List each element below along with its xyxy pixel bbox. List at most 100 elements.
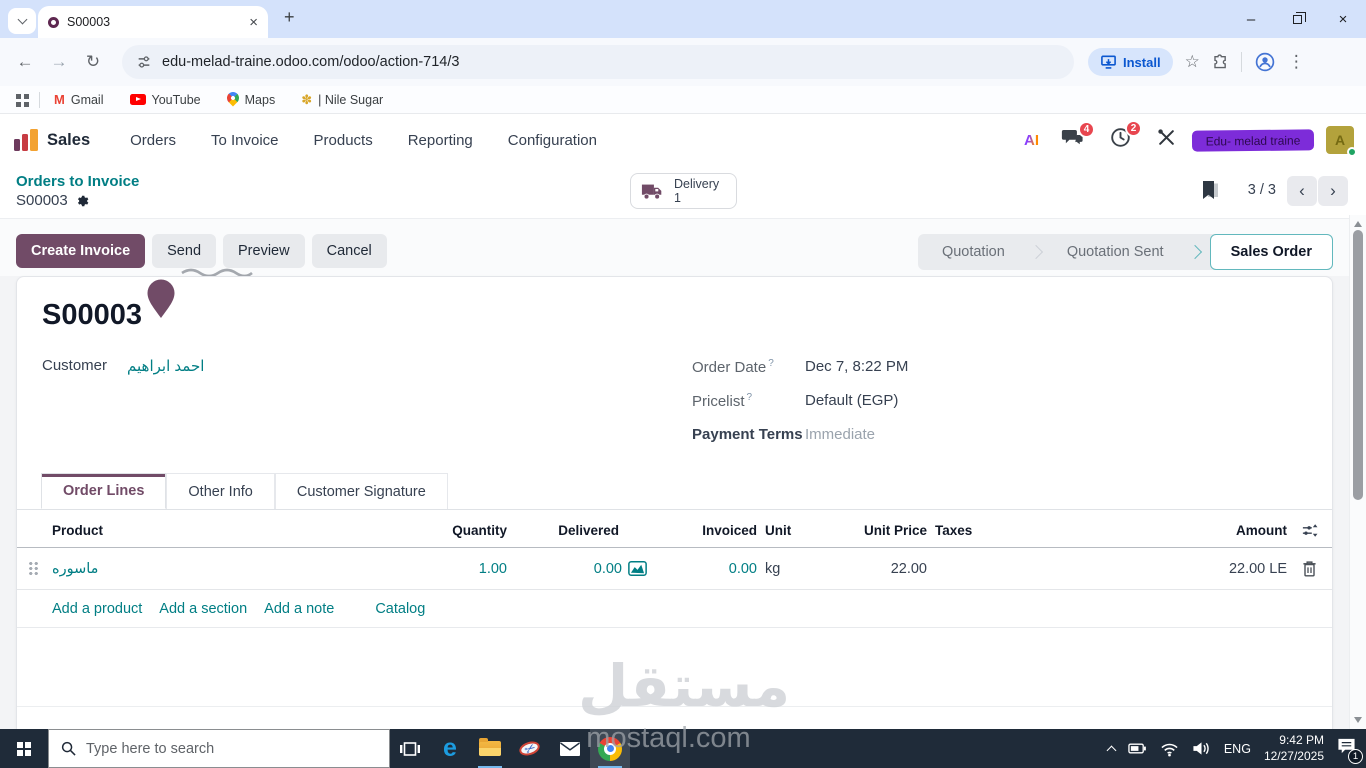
delete-line-button[interactable] bbox=[1287, 560, 1332, 577]
taskbar-edge[interactable]: e bbox=[430, 729, 470, 768]
favorite-bookmark-button[interactable] bbox=[1202, 181, 1219, 206]
taskbar-file-explorer[interactable] bbox=[470, 729, 510, 768]
scroll-down-arrow[interactable] bbox=[1354, 717, 1362, 723]
site-settings-icon[interactable] bbox=[136, 54, 152, 70]
bookmark-gmail[interactable]: M Gmail bbox=[54, 92, 104, 107]
back-button[interactable]: ← bbox=[8, 45, 42, 79]
status-step-quotation-sent[interactable]: Quotation Sent bbox=[1043, 244, 1188, 260]
cell-delivered[interactable]: 0.00 bbox=[507, 561, 647, 577]
scrollbar-thumb[interactable] bbox=[1353, 230, 1363, 500]
url-text[interactable]: edu-melad-traine.odoo.com/odoo/action-71… bbox=[162, 54, 459, 70]
debug-tools-button[interactable] bbox=[1157, 128, 1176, 152]
taskbar-snipping-tool[interactable]: ✂ bbox=[510, 729, 550, 768]
app-name[interactable]: Sales bbox=[47, 131, 90, 150]
new-tab-button[interactable]: + bbox=[284, 7, 295, 28]
col-taxes[interactable]: Taxes bbox=[927, 523, 1087, 538]
order-date-value[interactable]: Dec 7, 8:22 PM bbox=[805, 358, 908, 376]
cell-quantity[interactable]: 1.00 bbox=[397, 561, 507, 577]
apps-grid-icon[interactable] bbox=[16, 94, 21, 99]
bookmark-youtube[interactable]: YouTube bbox=[129, 93, 201, 107]
cell-invoiced[interactable]: 0.00 bbox=[647, 561, 757, 577]
pager-previous-button[interactable]: ‹ bbox=[1287, 176, 1317, 206]
start-button[interactable] bbox=[0, 729, 48, 768]
page-scrollbar[interactable] bbox=[1349, 215, 1366, 729]
messages-button[interactable]: 4 bbox=[1061, 120, 1095, 153]
cell-product[interactable]: ماسوره bbox=[52, 561, 397, 577]
activities-button[interactable]: 2 bbox=[1110, 120, 1142, 153]
optional-columns-button[interactable] bbox=[1287, 523, 1332, 538]
cell-amount[interactable]: 22.00 LE bbox=[1087, 561, 1287, 577]
pager-next-button[interactable]: › bbox=[1318, 176, 1348, 206]
taskbar-mail[interactable] bbox=[550, 729, 590, 768]
cancel-button[interactable]: Cancel bbox=[311, 234, 387, 268]
delivery-smart-button[interactable]: Delivery 1 bbox=[630, 173, 737, 209]
window-close-button[interactable]: × bbox=[1320, 0, 1366, 38]
col-quantity[interactable]: Quantity bbox=[397, 523, 507, 538]
action-center-button[interactable]: 1 bbox=[1337, 737, 1363, 764]
browser-tab[interactable]: S00003 × bbox=[38, 6, 268, 38]
tab-close-icon[interactable]: × bbox=[249, 15, 258, 30]
add-section-link[interactable]: Add a section bbox=[159, 601, 247, 617]
window-restore-button[interactable] bbox=[1274, 0, 1320, 38]
preview-button[interactable]: Preview bbox=[223, 234, 305, 268]
catalog-link[interactable]: Catalog bbox=[375, 601, 425, 617]
tray-chevron-up-icon[interactable] bbox=[1106, 745, 1117, 755]
order-line-row[interactable]: ماسوره 1.00 0.00 0.00 kg 22.00 22.00 LE bbox=[17, 548, 1332, 590]
menu-to-invoice[interactable]: To Invoice bbox=[211, 132, 279, 149]
battery-icon[interactable] bbox=[1128, 740, 1147, 757]
speaker-icon[interactable] bbox=[1192, 740, 1211, 757]
user-avatar[interactable]: A bbox=[1326, 126, 1357, 157]
cell-unit-price[interactable]: 22.00 bbox=[837, 561, 927, 577]
col-invoiced[interactable]: Invoiced bbox=[647, 523, 757, 538]
extensions-icon[interactable] bbox=[1212, 53, 1229, 71]
browser-menu-icon[interactable]: ⋮ bbox=[1288, 52, 1305, 72]
task-view-button[interactable] bbox=[390, 729, 430, 768]
payment-terms-value[interactable]: Immediate bbox=[805, 426, 875, 443]
search-input[interactable] bbox=[86, 740, 346, 757]
col-unit-price[interactable]: Unit Price bbox=[837, 523, 927, 538]
customer-value[interactable]: احمد ابراهيم bbox=[127, 357, 204, 375]
tab-customer-signature[interactable]: Customer Signature bbox=[274, 473, 448, 509]
ai-icon[interactable]: AI bbox=[1024, 132, 1039, 149]
forecast-chart-icon[interactable] bbox=[628, 561, 647, 576]
company-name-redacted[interactable]: Edu- melad traine bbox=[1191, 128, 1315, 152]
add-product-link[interactable]: Add a product bbox=[52, 601, 142, 617]
col-unit[interactable]: Unit bbox=[757, 523, 837, 538]
send-button[interactable]: Send bbox=[152, 234, 217, 268]
taskbar-search[interactable] bbox=[48, 729, 390, 768]
address-bar[interactable]: edu-melad-traine.odoo.com/odoo/action-71… bbox=[122, 45, 1074, 79]
add-note-link[interactable]: Add a note bbox=[264, 601, 334, 617]
tab-search-button[interactable] bbox=[8, 8, 36, 34]
menu-configuration[interactable]: Configuration bbox=[508, 132, 597, 149]
col-delivered[interactable]: Delivered bbox=[507, 523, 647, 538]
language-indicator[interactable]: ENG bbox=[1224, 742, 1251, 756]
col-product[interactable]: Product bbox=[52, 523, 397, 538]
status-step-quotation[interactable]: Quotation bbox=[918, 244, 1029, 260]
tab-other-info[interactable]: Other Info bbox=[166, 473, 275, 509]
reload-button[interactable]: ↻ bbox=[76, 45, 110, 79]
gear-icon[interactable] bbox=[75, 194, 89, 208]
bookmark-star-icon[interactable]: ☆ bbox=[1185, 52, 1200, 72]
window-minimize-button[interactable]: – bbox=[1228, 0, 1274, 38]
create-invoice-button[interactable]: Create Invoice bbox=[16, 234, 146, 268]
install-button[interactable]: Install bbox=[1088, 48, 1173, 76]
record-title[interactable]: S00003 bbox=[42, 299, 142, 332]
sales-app-icon[interactable] bbox=[14, 129, 38, 151]
cell-unit[interactable]: kg bbox=[757, 561, 837, 577]
menu-products[interactable]: Products bbox=[314, 132, 373, 149]
tab-order-lines[interactable]: Order Lines bbox=[41, 473, 167, 509]
clock[interactable]: 9:42 PM 12/27/2025 bbox=[1264, 733, 1324, 764]
pricelist-value[interactable]: Default (EGP) bbox=[805, 392, 898, 410]
forward-button[interactable]: → bbox=[42, 45, 76, 79]
breadcrumb-parent-link[interactable]: Orders to Invoice bbox=[16, 173, 139, 190]
bookmark-nile-sugar[interactable]: ✽ | Nile Sugar bbox=[301, 92, 383, 108]
scroll-up-arrow[interactable] bbox=[1354, 221, 1362, 227]
drag-handle[interactable] bbox=[28, 561, 39, 576]
profile-icon[interactable] bbox=[1254, 51, 1276, 73]
status-step-sales-order-active[interactable]: Sales Order bbox=[1209, 234, 1333, 270]
menu-reporting[interactable]: Reporting bbox=[408, 132, 473, 149]
col-amount[interactable]: Amount bbox=[1087, 523, 1287, 538]
menu-orders[interactable]: Orders bbox=[130, 132, 176, 149]
bookmark-maps[interactable]: Maps bbox=[224, 89, 275, 107]
wifi-icon[interactable] bbox=[1160, 740, 1179, 757]
